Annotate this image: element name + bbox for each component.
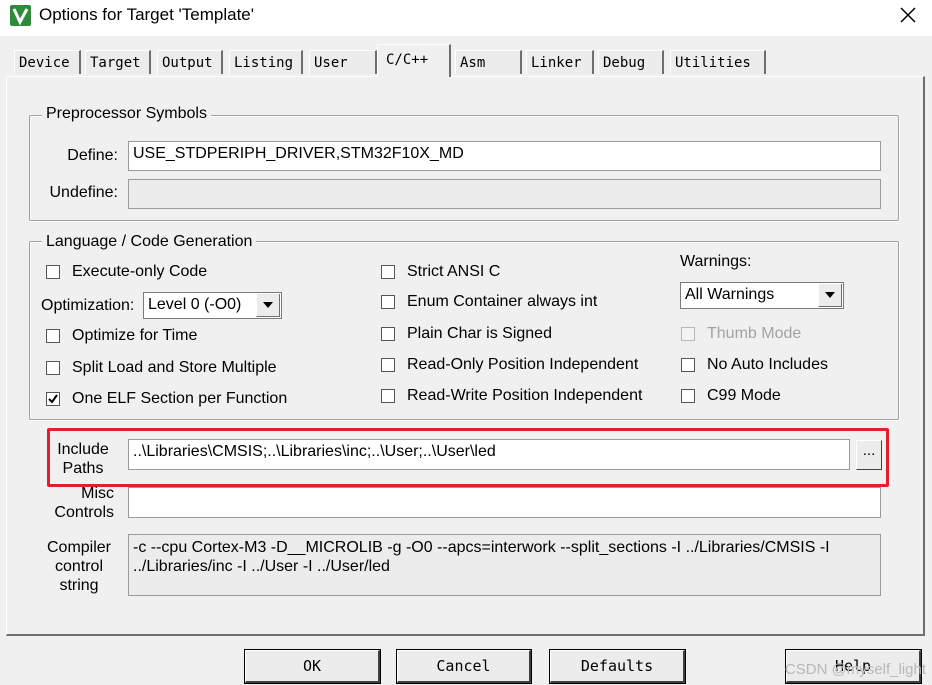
tab-asm[interactable]: Asm (455, 50, 522, 74)
rw-position-independent-checkbox[interactable] (381, 389, 395, 403)
optimization-value: Level 0 (-O0) (148, 296, 242, 313)
compiler-label-line3: string (59, 577, 99, 594)
chevron-down-icon (825, 292, 835, 298)
ok-button[interactable]: OK (244, 649, 381, 684)
plain-char-label: Plain Char is Signed (407, 325, 552, 342)
cancel-button[interactable]: Cancel (396, 649, 532, 684)
compiler-control-label: Compiler control string (40, 538, 118, 595)
enum-container-checkbox[interactable] (381, 295, 395, 309)
optimize-time-label: Optimize for Time (72, 327, 198, 344)
c99-mode-checkbox[interactable] (681, 389, 695, 403)
one-elf-checkbox[interactable] (46, 392, 60, 406)
compiler-string-line2: ../Libraries/inc -I ../User -I ../User/l… (133, 558, 390, 575)
misc-label-line2: Controls (54, 504, 114, 521)
ro-position-independent-checkbox[interactable] (381, 358, 395, 372)
checkmark-icon (48, 394, 58, 404)
compiler-label-line2: control (54, 558, 104, 575)
optimize-time-checkbox[interactable] (46, 329, 60, 343)
include-paths-highlight (47, 428, 889, 487)
watermark: CSDN @myself_light (784, 661, 926, 678)
undefine-label: Undefine: (49, 184, 119, 201)
tab-linker[interactable]: Linker (526, 50, 594, 74)
execute-only-label: Execute-only Code (72, 263, 208, 280)
warnings-label: Warnings: (680, 253, 752, 270)
ro-position-independent-label: Read-Only Position Independent (407, 356, 639, 373)
compiler-label-line1: Compiler (46, 539, 111, 556)
split-load-checkbox[interactable] (46, 361, 60, 375)
optimization-dropdown-button[interactable] (256, 294, 280, 317)
tab-target[interactable]: Target (85, 50, 151, 74)
tab-user[interactable]: User (309, 50, 377, 74)
optimization-select[interactable]: Level 0 (-O0) (143, 292, 282, 319)
thumb-mode-label: Thumb Mode (707, 325, 802, 342)
close-icon (900, 7, 916, 23)
misc-controls-label: Misc Controls (46, 484, 114, 522)
tab-listing[interactable]: Listing (229, 50, 303, 74)
plain-char-checkbox[interactable] (381, 327, 395, 341)
misc-label-line1: Misc (81, 485, 114, 502)
execute-only-checkbox[interactable] (46, 265, 60, 279)
no-auto-includes-checkbox[interactable] (681, 358, 695, 372)
c99-mode-label: C99 Mode (707, 387, 781, 404)
tab-debug[interactable]: Debug (598, 50, 664, 74)
strict-ansi-label: Strict ANSI C (407, 263, 501, 280)
compiler-string-line1: -c --cpu Cortex-M3 -D__MICROLIB -g -O0 -… (133, 539, 830, 556)
chevron-down-icon (263, 302, 273, 308)
split-load-label: Split Load and Store Multiple (72, 359, 277, 376)
thumb-mode-checkbox[interactable] (681, 327, 695, 341)
tab-device[interactable]: Device (14, 50, 81, 74)
define-label: Define: (67, 147, 118, 164)
warnings-select[interactable]: All Warnings (680, 282, 844, 309)
strict-ansi-checkbox[interactable] (381, 265, 395, 279)
tab-output[interactable]: Output (157, 50, 223, 74)
define-input[interactable]: USE_STDPERIPH_DRIVER,STM32F10X_MD (128, 141, 881, 171)
rw-position-independent-label: Read-Write Position Independent (407, 387, 643, 404)
no-auto-includes-label: No Auto Includes (707, 356, 828, 373)
codegen-group-title: Language / Code Generation (42, 233, 257, 251)
warnings-dropdown-button[interactable] (818, 284, 842, 307)
undefine-input[interactable] (128, 179, 881, 209)
warnings-value: All Warnings (685, 286, 775, 303)
window-title: Options for Target 'Template' (39, 5, 255, 24)
defaults-button[interactable]: Defaults (549, 649, 686, 684)
tab-c-cpp[interactable]: C/C++ (377, 44, 451, 77)
optimization-label: Optimization: (41, 297, 135, 314)
compiler-control-string[interactable]: -c --cpu Cortex-M3 -D__MICROLIB -g -O0 -… (128, 534, 881, 596)
close-button[interactable] (888, 0, 928, 30)
one-elf-label: One ELF Section per Function (72, 390, 288, 407)
preprocessor-group-title: Preprocessor Symbols (42, 105, 211, 123)
enum-container-label: Enum Container always int (407, 293, 598, 310)
keil-uvision-icon (10, 5, 31, 26)
misc-controls-input[interactable] (128, 487, 881, 518)
tab-utilities[interactable]: Utilities (670, 50, 766, 74)
